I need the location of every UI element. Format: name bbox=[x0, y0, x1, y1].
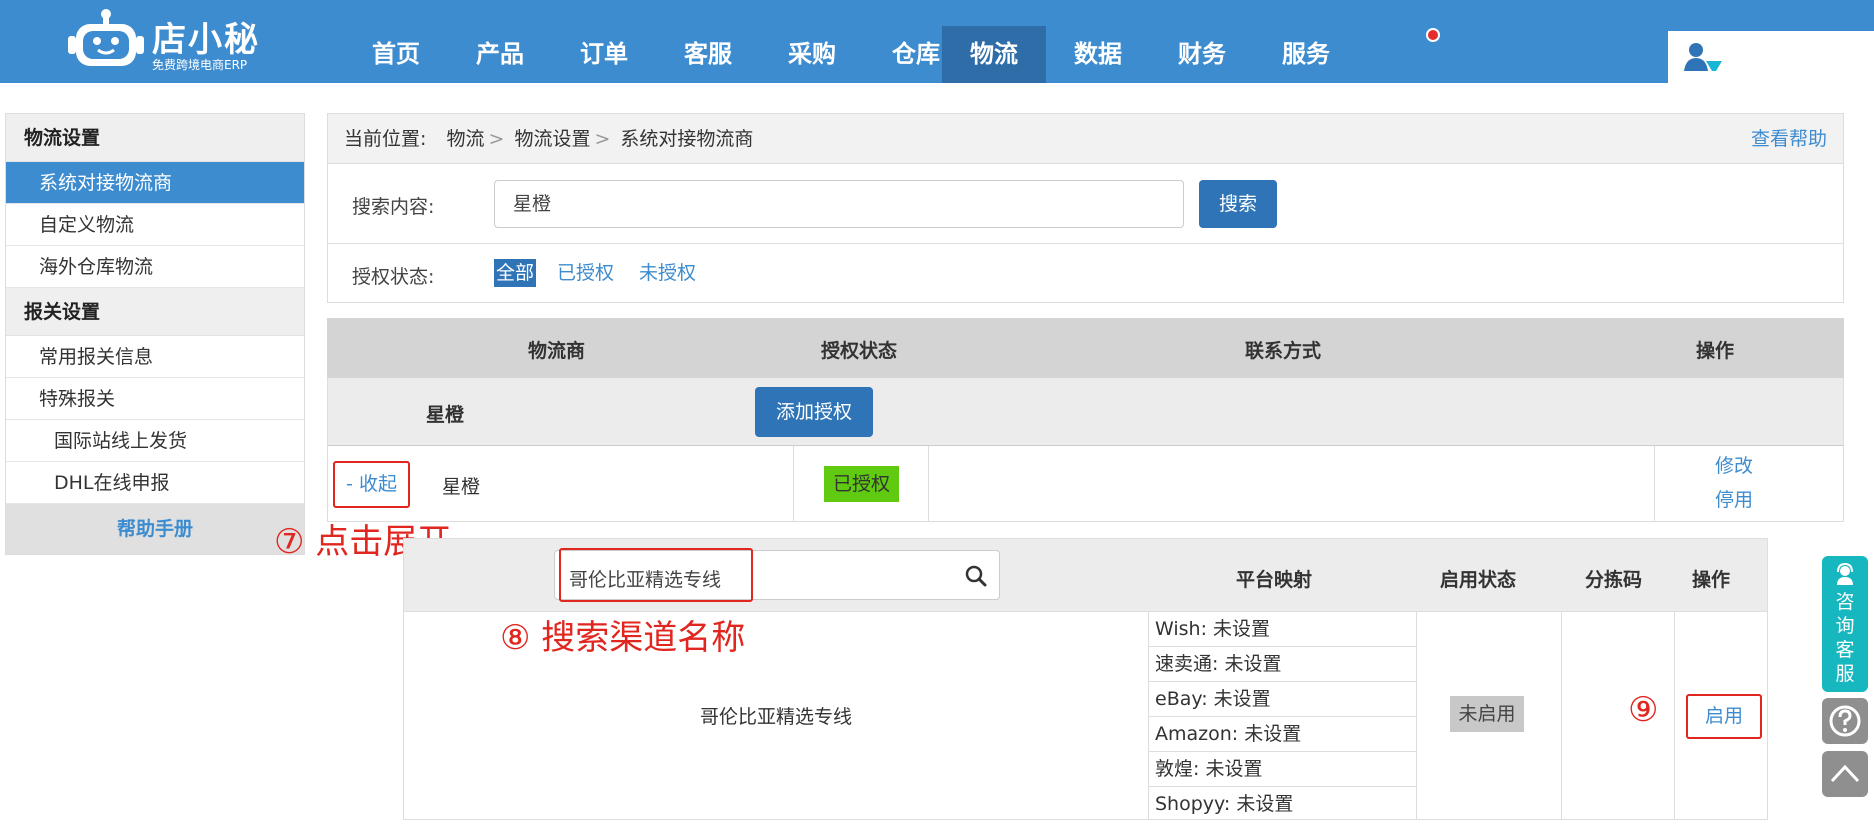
channel-search-input[interactable]: 哥伦比亚精选专线 bbox=[554, 548, 1000, 602]
disable-link[interactable]: 停用 bbox=[1715, 485, 1753, 512]
filter-panel: 当前位置: 物流 > 物流设置 > 系统对接物流商 查看帮助 搜索内容: 星橙 搜索… bbox=[327, 113, 1844, 303]
consult-service-button[interactable]: 咨 询 客 服 bbox=[1822, 556, 1868, 692]
collapse-toggle[interactable]: - 收起 bbox=[333, 461, 410, 508]
logo[interactable]: 店小秘 免费跨境电商ERP bbox=[68, 4, 268, 74]
user-menu[interactable] bbox=[1668, 31, 1874, 83]
consult-char: 客 bbox=[1835, 639, 1855, 661]
breadcrumb-current: 系统对接物流商 bbox=[620, 128, 754, 150]
column-divider bbox=[793, 446, 794, 521]
channel-name: 哥伦比亚精选专线 bbox=[699, 706, 852, 728]
edit-link[interactable]: 修改 bbox=[1715, 451, 1753, 478]
column-divider bbox=[1416, 612, 1417, 819]
add-authorization-button[interactable]: 添加授权 bbox=[755, 387, 873, 437]
breadcrumb-separator: > bbox=[594, 128, 611, 150]
channel-table-header: 哥伦比亚精选专线 平台映射 启用状态 分拣码 操作 bbox=[403, 538, 1768, 612]
platform-mapping-dhgate: 敦煌: 未设置 bbox=[1149, 752, 1416, 787]
carrier-group-name: 星橙 bbox=[426, 404, 465, 426]
col-operations: 操作 bbox=[1696, 340, 1735, 362]
breadcrumb-logistics[interactable]: 物流 bbox=[446, 128, 484, 150]
col-platform-mapping: 平台映射 bbox=[1236, 569, 1313, 591]
breadcrumb-prefix: 当前位置: bbox=[344, 128, 427, 150]
sidebar: 物流设置 系统对接物流商 自定义物流 海外仓库物流 报关设置 常用报关信息 特殊… bbox=[5, 113, 305, 555]
logo-brand: 店小秘 bbox=[152, 20, 260, 60]
platform-mapping-amazon: Amazon: 未设置 bbox=[1149, 717, 1416, 752]
nav-data[interactable]: 数据 bbox=[1046, 26, 1150, 83]
nav-products[interactable]: 产品 bbox=[448, 26, 552, 83]
headset-icon bbox=[1837, 563, 1853, 585]
column-divider bbox=[1674, 612, 1675, 819]
view-help-link[interactable]: 查看帮助 bbox=[1751, 114, 1827, 164]
platform-mapping-ebay: eBay: 未设置 bbox=[1149, 682, 1416, 717]
col-contact: 联系方式 bbox=[1245, 340, 1322, 362]
help-question-button[interactable] bbox=[1822, 698, 1868, 744]
filter-authorized[interactable]: 已授权 bbox=[557, 259, 614, 287]
sidebar-item-custom-logistics[interactable]: 自定义物流 bbox=[6, 204, 304, 246]
sidebar-section-customs-settings: 报关设置 bbox=[6, 288, 304, 336]
back-to-top-button[interactable] bbox=[1822, 751, 1868, 797]
consult-char: 咨 bbox=[1835, 591, 1855, 613]
question-icon bbox=[1829, 705, 1861, 737]
sidebar-section-logistics-settings: 物流设置 bbox=[6, 114, 304, 162]
nav-logistics[interactable]: 物流 bbox=[942, 26, 1046, 83]
nav-customer-service[interactable]: 客服 bbox=[656, 26, 760, 83]
authorized-badge: 已授权 bbox=[824, 466, 899, 502]
sidebar-item-common-customs[interactable]: 常用报关信息 bbox=[6, 336, 304, 378]
column-divider bbox=[1654, 446, 1655, 521]
auth-filter-label: 授权状态: bbox=[352, 266, 435, 288]
sidebar-item-intl-station-shipping[interactable]: 国际站线上发货 bbox=[6, 420, 304, 462]
enable-link[interactable]: 启用 bbox=[1686, 694, 1762, 739]
col-carrier: 物流商 bbox=[528, 340, 586, 362]
col-sort-code: 分拣码 bbox=[1585, 569, 1643, 591]
carrier-table-header: 物流商 授权状态 联系方式 操作 bbox=[327, 318, 1844, 378]
filter-unauthorized[interactable]: 未授权 bbox=[639, 259, 696, 287]
column-divider bbox=[1561, 612, 1562, 819]
carrier-account-row: - 收起 星橙 已授权 修改 停用 bbox=[327, 445, 1844, 522]
search-input[interactable]: 星橙 bbox=[494, 180, 1184, 228]
nav-orders[interactable]: 订单 bbox=[552, 26, 656, 83]
channel-search-value: 哥伦比亚精选专线 bbox=[569, 569, 722, 591]
nav-purchase[interactable]: 采购 bbox=[760, 26, 864, 83]
breadcrumb: 当前位置: 物流 > 物流设置 > 系统对接物流商 查看帮助 bbox=[328, 114, 1843, 164]
robot-logo-icon bbox=[68, 9, 144, 66]
column-divider bbox=[928, 446, 929, 521]
breadcrumb-logistics-settings[interactable]: 物流设置 bbox=[514, 128, 590, 150]
sidebar-item-overseas-warehouse[interactable]: 海外仓库物流 bbox=[6, 246, 304, 288]
platform-mapping-wish: Wish: 未设置 bbox=[1149, 612, 1416, 647]
platform-mapping-aliexpress: 速卖通: 未设置 bbox=[1149, 647, 1416, 682]
nav-services[interactable]: 服务 bbox=[1254, 26, 1358, 83]
auth-filter-row: 授权状态: 全部 已授权 未授权 bbox=[328, 244, 1843, 302]
sidebar-help-manual[interactable]: 帮助手册 bbox=[6, 504, 304, 554]
disabled-status-badge: 未启用 bbox=[1450, 696, 1524, 732]
breadcrumb-separator: > bbox=[488, 128, 505, 150]
logo-slogan: 免费跨境电商ERP bbox=[152, 58, 248, 72]
search-icon[interactable] bbox=[965, 565, 987, 587]
user-icon bbox=[1684, 43, 1722, 71]
search-label: 搜索内容: bbox=[352, 196, 435, 218]
chevron-up-icon bbox=[1830, 764, 1860, 783]
nav-finance[interactable]: 财务 bbox=[1150, 26, 1254, 83]
top-navigation-bar: 店小秘 免费跨境电商ERP 首页 产品 订单 客服 采购 仓库 物流 数据 财务… bbox=[0, 0, 1874, 83]
consult-char: 服 bbox=[1835, 663, 1855, 685]
sidebar-item-system-carriers[interactable]: 系统对接物流商 bbox=[6, 162, 304, 204]
col-enable-status: 启用状态 bbox=[1440, 569, 1517, 591]
consult-char: 询 bbox=[1835, 615, 1855, 637]
channel-row: 哥伦比亚精选专线 Wish: 未设置 速卖通: 未设置 eBay: 未设置 Am… bbox=[403, 612, 1768, 820]
search-button[interactable]: 搜索 bbox=[1199, 180, 1277, 228]
carrier-group-row: 星橙 添加授权 bbox=[327, 378, 1844, 445]
search-row: 搜索内容: 星橙 搜索 bbox=[328, 164, 1843, 244]
filter-all[interactable]: 全部 bbox=[494, 259, 537, 287]
platform-mapping-shopyy: Shopyy: 未设置 bbox=[1155, 793, 1294, 815]
col-auth-status: 授权状态 bbox=[821, 340, 898, 362]
nav-home[interactable]: 首页 bbox=[344, 26, 448, 83]
col-channel-ops: 操作 bbox=[1692, 569, 1731, 591]
sidebar-item-dhl-online-declare[interactable]: DHL在线申报 bbox=[6, 462, 304, 504]
carrier-account-name: 星橙 bbox=[442, 476, 481, 498]
sidebar-item-special-customs[interactable]: 特殊报关 bbox=[6, 378, 304, 420]
notification-dot bbox=[1426, 28, 1440, 42]
